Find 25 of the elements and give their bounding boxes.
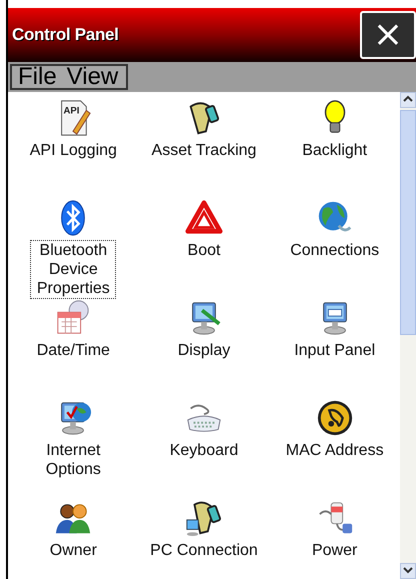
close-button[interactable]: ×: [360, 11, 416, 59]
applet-label[interactable]: Display: [176, 340, 232, 361]
applet-label[interactable]: Keyboard: [168, 440, 240, 461]
applet-label[interactable]: Connections: [288, 240, 382, 261]
menu-item[interactable]: View: [62, 65, 124, 89]
scroll-up-icon[interactable]: [400, 92, 416, 108]
window-title: Control Panel: [12, 24, 119, 46]
scroll-thumb[interactable]: [400, 110, 416, 335]
applet-label[interactable]: Bluetooth Device Properties: [30, 240, 116, 299]
phone-gear-icon: [316, 399, 354, 437]
applet-label[interactable]: Asset Tracking: [150, 140, 258, 161]
applet-label[interactable]: Date/Time: [34, 340, 112, 361]
scroll-down-icon[interactable]: [400, 563, 416, 579]
applet-label[interactable]: MAC Address: [284, 440, 386, 461]
applet-label[interactable]: API Logging: [28, 140, 119, 161]
applet-label[interactable]: Internet Options: [23, 440, 124, 480]
applet-label[interactable]: Backlight: [300, 140, 370, 161]
scanner-computer-icon: [184, 499, 223, 537]
applet-label[interactable]: Input Panel: [292, 340, 378, 361]
applet-label[interactable]: PC Connection: [148, 540, 260, 561]
applet-label[interactable]: Boot: [186, 240, 222, 261]
applet-label[interactable]: Power: [310, 540, 360, 561]
scrollbar[interactable]: [400, 92, 416, 579]
applet-label[interactable]: Owner: [48, 540, 99, 561]
menu-item[interactable]: File: [14, 65, 63, 89]
